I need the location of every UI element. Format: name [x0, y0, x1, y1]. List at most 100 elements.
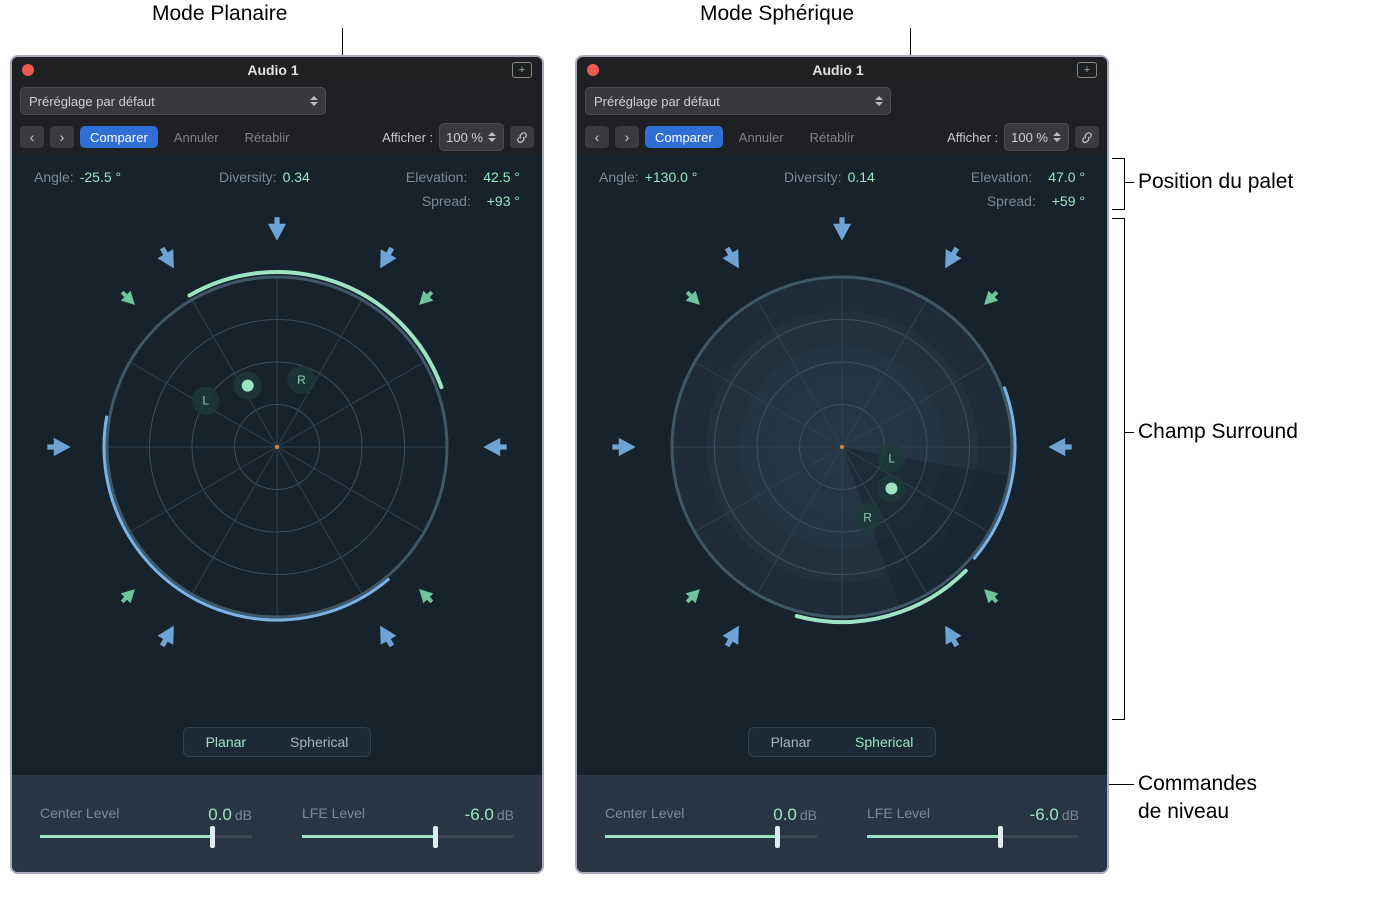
next-button[interactable]: › [50, 126, 74, 148]
annotation-line [1108, 784, 1134, 785]
svg-text:R: R [863, 510, 872, 524]
redo-button[interactable]: Rétablir [800, 126, 865, 148]
lfe-level-unit: dB [1062, 807, 1079, 823]
speaker-icon [682, 287, 705, 310]
lfe-level-slider[interactable] [867, 835, 1079, 838]
parameter-readout: Angle:+130.0 ° Diversity:0.14 Elevation:… [577, 155, 1107, 217]
lfe-level-value[interactable]: -6.0 [465, 805, 494, 824]
speaker-icon [372, 244, 399, 273]
level-controls: Center Level 0.0dB LFE Level -6.0dB [12, 775, 542, 874]
mode-planar-button[interactable]: Planar [749, 728, 833, 756]
prev-button[interactable]: ‹ [585, 126, 609, 148]
elevation-label: Elevation: [971, 169, 1032, 185]
mode-spherical-button[interactable]: Spherical [833, 728, 935, 756]
lfe-level-slider[interactable] [302, 835, 514, 838]
panner-window-planar: Audio 1 + Préréglage par défaut ‹ › Comp… [10, 55, 544, 874]
annotation-surround-field: Champ Surround [1138, 420, 1298, 444]
speaker-icon [979, 584, 1002, 607]
lfe-level-unit: dB [497, 807, 514, 823]
window-title: Audio 1 [599, 62, 1077, 78]
angle-value[interactable]: +130.0 ° [645, 169, 698, 185]
mode-planar-button[interactable]: Planar [184, 728, 268, 756]
speaker-icon [117, 584, 140, 607]
speaker-icon [47, 438, 70, 456]
annotation-puck-position: Position du palet [1138, 170, 1293, 194]
speaker-icon [979, 287, 1002, 310]
add-icon[interactable]: + [1077, 62, 1097, 78]
center-level-unit: dB [235, 807, 252, 823]
spread-label: Spread: [987, 193, 1036, 209]
speaker-icon [154, 244, 181, 273]
center-level-value[interactable]: 0.0 [773, 805, 797, 824]
svg-text:L: L [202, 394, 209, 408]
elevation-value[interactable]: 42.5 ° [483, 169, 520, 185]
angle-value[interactable]: -25.5 ° [80, 169, 121, 185]
annotation-bracket [1112, 158, 1125, 210]
surround-field[interactable]: LR [12, 217, 542, 717]
redo-button[interactable]: Rétablir [235, 126, 300, 148]
compare-button[interactable]: Comparer [645, 126, 723, 148]
zoom-select[interactable]: 100 % [439, 123, 504, 151]
toolbar: ‹ › Comparer Annuler Rétablir Afficher :… [12, 119, 542, 155]
diversity-value[interactable]: 0.14 [848, 169, 875, 185]
mode-spherical-button[interactable]: Spherical [268, 728, 370, 756]
diversity-label: Diversity: [219, 169, 277, 185]
spread-value[interactable]: +93 ° [487, 193, 520, 209]
window-title: Audio 1 [34, 62, 512, 78]
annotation-level-controls-2: de niveau [1138, 800, 1229, 824]
cancel-button[interactable]: Annuler [729, 126, 794, 148]
show-label: Afficher : [947, 130, 998, 145]
level-controls: Center Level 0.0dB LFE Level -6.0dB [577, 775, 1107, 874]
diversity-value[interactable]: 0.34 [283, 169, 310, 185]
speaker-icon [612, 438, 635, 456]
lfe-level-value[interactable]: -6.0 [1030, 805, 1059, 824]
svg-text:R: R [297, 373, 306, 387]
link-icon[interactable] [1075, 126, 1099, 148]
annotation-line [1124, 432, 1134, 433]
center-level-slider[interactable] [605, 835, 817, 838]
speaker-icon [268, 217, 286, 240]
mode-toggle: Planar Spherical [12, 717, 542, 775]
preset-select[interactable]: Préréglage par défaut [20, 87, 326, 115]
speaker-icon [1048, 438, 1071, 456]
annotation-line [1124, 182, 1134, 183]
spread-label: Spread: [422, 193, 471, 209]
lfe-level-label: LFE Level [867, 805, 930, 825]
speaker-icon [117, 287, 140, 310]
next-button[interactable]: › [615, 126, 639, 148]
compare-button[interactable]: Comparer [80, 126, 158, 148]
lfe-level-control: LFE Level -6.0dB [867, 805, 1079, 874]
add-icon[interactable]: + [512, 62, 532, 78]
show-label: Afficher : [382, 130, 433, 145]
spread-value[interactable]: +59 ° [1052, 193, 1085, 209]
panner-window-spherical: Audio 1 + Préréglage par défaut ‹ › Comp… [575, 55, 1109, 874]
center-level-label: Center Level [40, 805, 119, 825]
preset-row: Préréglage par défaut [577, 83, 1107, 119]
cancel-button[interactable]: Annuler [164, 126, 229, 148]
lfe-level-label: LFE Level [302, 805, 365, 825]
center-level-control: Center Level 0.0dB [40, 805, 252, 874]
prev-button[interactable]: ‹ [20, 126, 44, 148]
center-level-unit: dB [800, 807, 817, 823]
link-icon[interactable] [510, 126, 534, 148]
lfe-level-control: LFE Level -6.0dB [302, 805, 514, 874]
center-level-control: Center Level 0.0dB [605, 805, 817, 874]
zoom-select[interactable]: 100 % [1004, 123, 1069, 151]
surround-field[interactable]: LR [577, 217, 1107, 717]
annotation-bracket [1112, 218, 1125, 720]
close-icon[interactable] [22, 64, 34, 76]
preset-select[interactable]: Préréglage par défaut [585, 87, 891, 115]
annotation-level-controls-1: Commandes [1138, 772, 1257, 796]
annotation-mode-spherical: Mode Sphérique [700, 2, 854, 26]
title-bar[interactable]: Audio 1 + [12, 57, 542, 83]
title-bar[interactable]: Audio 1 + [577, 57, 1107, 83]
center-level-slider[interactable] [40, 835, 252, 838]
svg-text:L: L [888, 451, 895, 465]
speaker-icon [937, 621, 964, 650]
speaker-icon [719, 244, 746, 273]
center-level-value[interactable]: 0.0 [208, 805, 232, 824]
annotation-mode-planar: Mode Planaire [152, 2, 287, 26]
elevation-value[interactable]: 47.0 ° [1048, 169, 1085, 185]
close-icon[interactable] [587, 64, 599, 76]
speaker-icon [372, 621, 399, 650]
